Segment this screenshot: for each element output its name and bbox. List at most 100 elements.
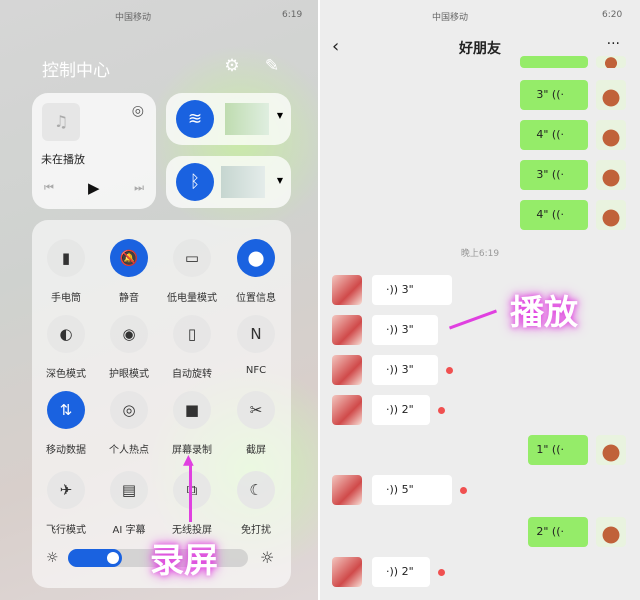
music-card[interactable]: ♫ ◎ 未在播放 ⏮ ▶ ⏭ bbox=[32, 93, 156, 209]
duration: 4" bbox=[536, 208, 549, 221]
bluetooth-card[interactable]: ᛒ ▼ bbox=[166, 156, 291, 208]
avatar[interactable] bbox=[332, 557, 362, 587]
tile-cast[interactable]: ⧉ 无线投屏 bbox=[161, 471, 223, 536]
voice-icon: ·)) bbox=[386, 565, 402, 578]
tile-airplane[interactable]: ✈ 飞行模式 bbox=[35, 471, 97, 536]
voice-icon: ((· bbox=[551, 88, 564, 101]
duration: 2" bbox=[536, 525, 549, 538]
tile-label: 飞行模式 bbox=[46, 525, 86, 536]
tile-dark-mode[interactable]: ◐ 深色模式 bbox=[35, 315, 97, 380]
bluetooth-icon[interactable]: ᛒ bbox=[176, 163, 214, 201]
tile-label: 移动数据 bbox=[46, 445, 86, 456]
voice-message-received[interactable]: ·)) 3" bbox=[372, 275, 452, 305]
tile-label: 深色模式 bbox=[46, 369, 86, 380]
tile-label: 护眼模式 bbox=[109, 369, 149, 380]
tile-flashlight[interactable]: ▮ 手电筒 bbox=[35, 239, 97, 304]
tile-label: 静音 bbox=[119, 293, 139, 304]
avatar[interactable] bbox=[332, 355, 362, 385]
tile-moon[interactable]: ☾ 免打扰 bbox=[225, 471, 287, 536]
voice-message-sent[interactable]: 3" ((· bbox=[520, 80, 588, 110]
avatar[interactable] bbox=[596, 160, 626, 190]
voice-message-sent[interactable]: 4" ((· bbox=[520, 120, 588, 150]
tile-hotspot[interactable]: ◎ 个人热点 bbox=[98, 391, 160, 456]
avatar[interactable] bbox=[332, 395, 362, 425]
tile-bell-off[interactable]: 🔕 静音 bbox=[98, 239, 160, 304]
brightness-low-icon: ☼ bbox=[46, 550, 59, 566]
tile-label: 位置信息 bbox=[236, 293, 276, 304]
chat-title: 好朋友 bbox=[459, 41, 501, 57]
flashlight-icon: ▮ bbox=[47, 239, 85, 277]
voice-message-sent[interactable]: 3" ((· bbox=[520, 160, 588, 190]
wifi-icon[interactable]: ≋ bbox=[176, 100, 214, 138]
status-time: 6:19 bbox=[282, 10, 303, 20]
tile-screenshot[interactable]: ✂ 截屏 bbox=[225, 391, 287, 456]
voice-message-sent[interactable]: 4" ((· bbox=[520, 200, 588, 230]
voice-icon: ·)) bbox=[386, 363, 402, 376]
avatar[interactable] bbox=[596, 120, 626, 150]
dark-mode-icon: ◐ bbox=[47, 315, 85, 353]
avatar[interactable] bbox=[332, 315, 362, 345]
unread-dot bbox=[438, 569, 445, 576]
voice-message-received[interactable]: ·)) 3" bbox=[372, 355, 438, 385]
voice-message-sent[interactable]: 1" ((· bbox=[528, 435, 588, 465]
unread-dot bbox=[460, 487, 467, 494]
avatar[interactable] bbox=[332, 275, 362, 305]
avatar[interactable] bbox=[596, 80, 626, 110]
tile-label: 低电量模式 bbox=[167, 293, 217, 304]
tile-subtitle[interactable]: ▤ AI 字幕 bbox=[98, 471, 160, 536]
page-title: 控制中心 bbox=[42, 61, 110, 81]
tile-screen-record[interactable]: ■ 屏幕录制 bbox=[161, 391, 223, 456]
tile-nfc[interactable]: N NFC bbox=[225, 315, 287, 376]
screen-record-icon: ■ bbox=[173, 391, 211, 429]
arrow-annotation bbox=[189, 462, 192, 522]
unread-dot bbox=[438, 407, 445, 414]
tile-label: 免打扰 bbox=[241, 525, 271, 536]
avatar[interactable] bbox=[596, 517, 626, 547]
previous-icon[interactable]: ⏮ bbox=[44, 181, 54, 195]
duration: 4" bbox=[536, 128, 549, 141]
unread-dot bbox=[446, 367, 453, 374]
voice-icon: ((· bbox=[551, 168, 564, 181]
music-note-icon: ♫ bbox=[42, 103, 80, 141]
chevron-down-icon[interactable]: ▼ bbox=[277, 176, 283, 185]
hotspot-icon: ◎ bbox=[110, 391, 148, 429]
arrow-head: ▲ bbox=[183, 452, 194, 468]
tile-mobile-data[interactable]: ⇅ 移动数据 bbox=[35, 391, 97, 456]
voice-message-received[interactable]: ·)) 3" bbox=[372, 315, 438, 345]
duration: 5" bbox=[401, 483, 414, 496]
tile-battery[interactable]: ▭ 低电量模式 bbox=[161, 239, 223, 304]
voice-icon: ((· bbox=[551, 443, 564, 456]
audio-output-icon[interactable]: ◎ bbox=[132, 103, 144, 119]
voice-message-sent[interactable]: 2" ((· bbox=[528, 517, 588, 547]
subtitle-icon: ▤ bbox=[110, 471, 148, 509]
brightness-high-icon: ☼ bbox=[260, 548, 275, 567]
next-icon[interactable]: ⏭ bbox=[134, 181, 144, 195]
chat-screen: 中国移动 6:20 ‹ 好朋友 ··· 晚上6:19 3" ((· 4" ((· 3… bbox=[320, 0, 640, 600]
voice-icon: ·)) bbox=[386, 403, 402, 416]
wifi-card[interactable]: ≋ ▼ bbox=[166, 93, 291, 145]
status-carrier: 中国移动 bbox=[432, 13, 469, 23]
tile-eye[interactable]: ◉ 护眼模式 bbox=[98, 315, 160, 380]
voice-icon: ((· bbox=[551, 525, 564, 538]
voice-icon: ·)) bbox=[386, 323, 402, 336]
avatar[interactable] bbox=[596, 435, 626, 465]
cast-icon: ⧉ bbox=[173, 471, 211, 509]
tile-label: NFC bbox=[245, 365, 267, 376]
more-button[interactable]: ··· bbox=[607, 36, 620, 52]
tile-location[interactable]: ⬤ 位置信息 bbox=[225, 239, 287, 304]
chevron-down-icon[interactable]: ▼ bbox=[277, 111, 283, 120]
voice-icon: ((· bbox=[551, 128, 564, 141]
voice-icon: ((· bbox=[551, 208, 564, 221]
gear-icon[interactable]: ⚙ bbox=[222, 56, 242, 76]
tile-rotate[interactable]: ▯ 自动旋转 bbox=[161, 315, 223, 380]
voice-message-received[interactable]: ·)) 2" bbox=[372, 557, 430, 587]
play-icon[interactable]: ▶ bbox=[88, 179, 100, 197]
edit-icon[interactable]: ✎ bbox=[262, 56, 282, 76]
voice-message-received[interactable]: ·)) 5" bbox=[372, 475, 452, 505]
status-carrier: 中国移动 bbox=[115, 13, 152, 23]
avatar[interactable] bbox=[596, 200, 626, 230]
tile-label: 自动旋转 bbox=[172, 369, 212, 380]
avatar[interactable] bbox=[332, 475, 362, 505]
voice-message-received[interactable]: ·)) 2" bbox=[372, 395, 430, 425]
duration: 2" bbox=[401, 565, 414, 578]
